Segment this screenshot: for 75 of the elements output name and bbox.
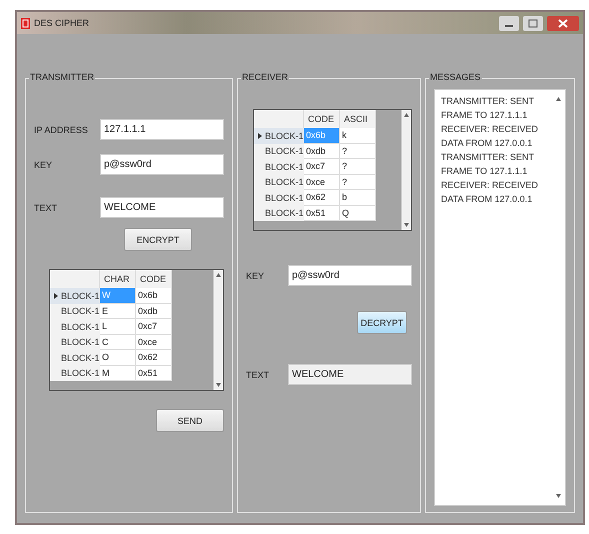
table-cell: L [100, 319, 136, 334]
input-field[interactable]: p@ssw0rd [100, 154, 224, 175]
field-label: KEY [34, 160, 54, 170]
panel-title: MESSAGES [429, 72, 482, 82]
table-cell: ? [340, 174, 376, 190]
message-text: RECEIVER: RECEIVED DATA FROM 127.0.0.1 [441, 179, 540, 206]
table-cell: E [100, 304, 136, 319]
table-cell: 0xdb [304, 144, 340, 159]
row-pointer-icon [258, 132, 262, 139]
table-cell: 0xce [136, 334, 172, 350]
message-text: RECEIVER: RECEIVED DATA FROM 127.0.0.1 [441, 123, 540, 150]
field-label: TEXT [246, 370, 270, 380]
row-header[interactable]: BLOCK-1 [50, 319, 100, 334]
scroll-down-icon[interactable] [216, 383, 221, 387]
table-cell: b [340, 190, 376, 206]
row-header[interactable]: BLOCK-1 [254, 128, 304, 144]
window-title: DES CIPHER [34, 18, 90, 28]
encrypt-button[interactable]: ENCRYPT [124, 228, 192, 251]
table-cell: 0x6b [136, 288, 172, 304]
input-field[interactable]: WELCOME [100, 197, 224, 218]
table-cell: C [100, 334, 136, 350]
minimize-icon[interactable] [499, 16, 519, 30]
send-button[interactable]: SEND [156, 409, 224, 432]
table-cell: Q [340, 206, 376, 221]
table-cell: 0x62 [304, 190, 340, 206]
row-pointer-icon [54, 292, 58, 299]
scroll-up-icon[interactable] [216, 273, 221, 277]
row-header[interactable]: BLOCK-1 [254, 159, 304, 174]
row-header[interactable]: BLOCK-1 [50, 366, 100, 381]
table-cell: M [100, 366, 136, 381]
scroll-down-icon[interactable] [404, 223, 409, 227]
row-header[interactable]: BLOCK-1 [50, 288, 100, 304]
row-header[interactable]: BLOCK-1 [50, 304, 100, 319]
decrypt-button[interactable]: DECRYPT [357, 311, 407, 334]
row-header[interactable]: BLOCK-1 [254, 144, 304, 159]
close-icon[interactable] [547, 16, 579, 30]
table-cell: 0xc7 [304, 159, 340, 174]
column-header: CODE [304, 110, 340, 128]
panel-title: TRANSMITTER [29, 72, 95, 82]
grid-corner [50, 270, 100, 288]
scroll-up-icon[interactable] [404, 113, 409, 117]
output-field[interactable]: WELCOME [288, 364, 412, 385]
row-header[interactable]: BLOCK-1 [50, 334, 100, 350]
row-header[interactable]: BLOCK-1 [254, 190, 304, 206]
row-header[interactable]: BLOCK-1 [50, 350, 100, 366]
table-cell: 0x51 [136, 366, 172, 381]
table-cell: 0xce [304, 174, 340, 190]
table-cell: 0xdb [136, 304, 172, 319]
table-cell: ? [340, 144, 376, 159]
message-text: TRANSMITTER: SENT FRAME TO 127.1.1.1 [441, 151, 535, 178]
app-icon [21, 18, 30, 28]
maximize-icon[interactable] [523, 16, 543, 30]
message-text: TRANSMITTER: SENT FRAME TO 127.1.1.1 [441, 95, 535, 122]
column-header: CHAR [100, 270, 136, 288]
input-field[interactable]: p@ssw0rd [288, 265, 412, 286]
panel-title: RECEIVER [241, 72, 290, 82]
grid-corner [254, 110, 304, 128]
scroll-down-icon[interactable] [556, 494, 560, 498]
table-cell: 0x51 [304, 206, 340, 221]
input-field[interactable]: 127.1.1.1 [100, 119, 224, 140]
table-cell: 0x62 [136, 350, 172, 366]
row-header[interactable]: BLOCK-1 [254, 174, 304, 190]
field-label: IP ADDRESS [34, 124, 89, 134]
column-header: ASCII [340, 110, 376, 128]
table-cell: O [100, 350, 136, 366]
table-cell: 0xc7 [136, 319, 172, 334]
field-label: TEXT [34, 202, 58, 212]
scroll-up-icon[interactable] [556, 97, 560, 101]
table-cell: ? [340, 159, 376, 174]
field-label: KEY [246, 270, 266, 280]
row-header[interactable]: BLOCK-1 [254, 206, 304, 221]
table-cell: k [340, 128, 376, 144]
table-cell: W [100, 288, 136, 304]
table-cell: 0x6b [304, 128, 340, 144]
column-header: CODE [136, 270, 172, 288]
